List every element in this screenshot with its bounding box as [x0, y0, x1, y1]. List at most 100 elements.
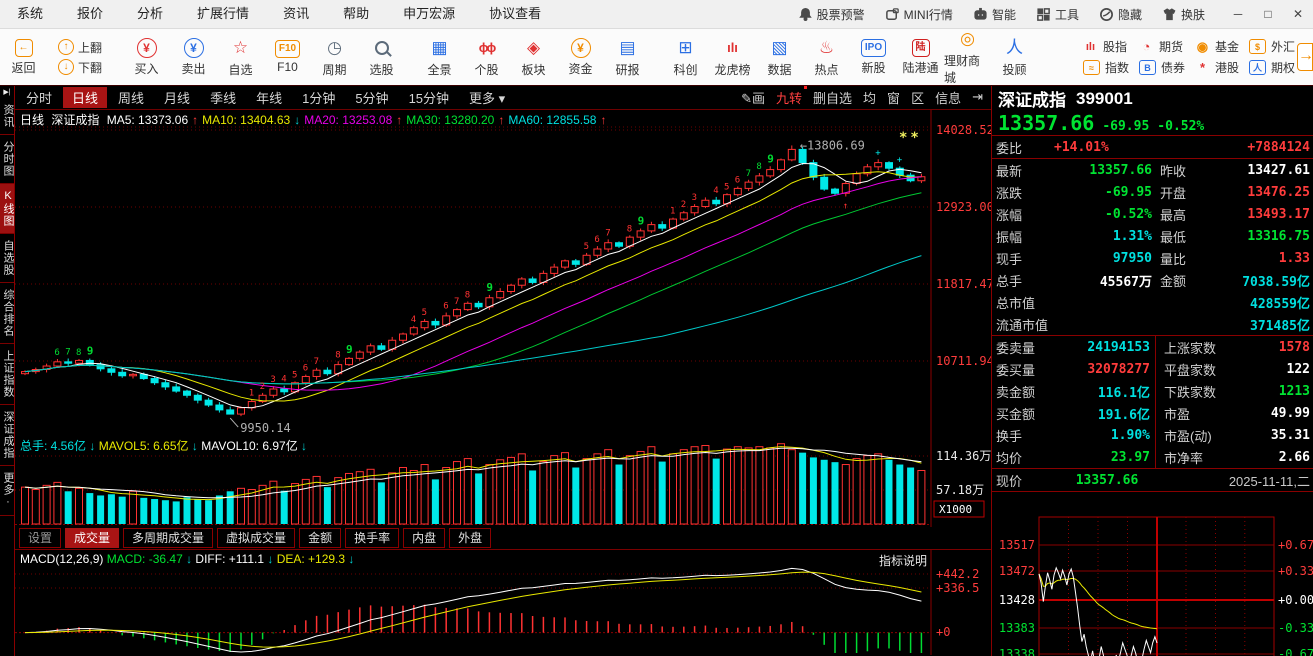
macd-axis-label: +336.5 [936, 581, 979, 595]
sidebar-item-上证指数[interactable]: 上证指数 [0, 344, 14, 405]
indicator-help-link[interactable]: 指标说明 [879, 552, 927, 569]
menu-item-1[interactable]: 系统 [0, 0, 60, 28]
volume-label: 总手: 4.56亿 [20, 438, 90, 453]
menu-item-5[interactable]: 资讯 [266, 0, 326, 28]
quote-row: 总手 45567万 金额 7038.59亿 [992, 269, 1313, 291]
sidebar-item-综合排名[interactable]: 综合排名 [0, 283, 14, 344]
toolbar-button-期权[interactable]: 人期权 [1248, 59, 1295, 76]
period-tab-年线[interactable]: 年线 [247, 87, 291, 108]
period-tab-5分钟[interactable]: 5分钟 [346, 87, 397, 108]
toolbar-button-理财商城[interactable]: ◎ 理财商城 [944, 28, 991, 86]
toolbar-button-投顾[interactable]: 人投顾 [991, 37, 1038, 78]
toolbar-button-买入[interactable]: ¥ 买入 [123, 37, 170, 77]
chart-tool-删自选[interactable]: 删自选 [813, 88, 852, 107]
data-icon: ▧ [771, 37, 788, 57]
indicator-tab-金额[interactable]: 金额 [299, 527, 342, 548]
toolbar-button-热点[interactable]: ♨ 热点 [803, 37, 850, 78]
indicator-tab-内盘[interactable]: 内盘 [403, 527, 446, 548]
menu-item-2[interactable]: 报价 [60, 0, 120, 28]
chart-tool-九转[interactable]: 九转 [776, 85, 808, 107]
menu-tool-换肤[interactable]: 换肤 [1154, 6, 1213, 23]
toolbar-button-基金[interactable]: ◉ 基金 [1195, 38, 1239, 55]
sidebar-item-分时图[interactable]: 分时图 [0, 135, 14, 184]
nine-turn-digit: 5 [292, 370, 297, 380]
minimize-button[interactable]: ─ [1223, 0, 1253, 28]
sidebar-item-深证成指[interactable]: 深证成指 [0, 405, 14, 466]
toolbar-button-陆港通[interactable]: 陆陆港通 [897, 38, 944, 76]
sidebar-collapse-icon[interactable]: ▶| [3, 86, 10, 98]
chart-tool-信息[interactable]: 信息 [935, 88, 961, 107]
toolbar-button-港股[interactable]: * 港股 [1195, 59, 1239, 76]
period-tab-日线[interactable]: 日线 [63, 86, 108, 108]
toolbar-button-板块[interactable]: ◈ 板块 [510, 37, 557, 78]
menu-tool-MINI行情[interactable]: MINI行情 [877, 6, 961, 23]
sidebar-item-资讯[interactable]: 资讯 [0, 98, 14, 135]
period-tab-1分钟[interactable]: 1分钟 [293, 87, 344, 108]
toolbar-button-期货[interactable]: ◔ 期货 [1139, 38, 1185, 55]
period-tab-周线[interactable]: 周线 [109, 87, 153, 108]
chart-tool-区[interactable]: 区 [911, 88, 924, 107]
menu-tool-智能[interactable]: 智能 [965, 6, 1024, 23]
ma-label: MA30: 13280.20 [406, 112, 495, 127]
toolbar-button-label: 理财商城 [944, 54, 981, 85]
toolbar-button-全景[interactable]: ▦ 全景 [416, 37, 463, 78]
menu-item-4[interactable]: 扩展行情 [180, 0, 266, 28]
toolbar-button-自选[interactable]: ☆ 自选 [217, 37, 264, 78]
chart-tool-均[interactable]: 均 [863, 88, 876, 107]
menu-item-3[interactable]: 分析 [120, 0, 180, 28]
close-button[interactable]: ✕ [1283, 0, 1313, 28]
menu-tool-工具[interactable]: 工具 [1028, 6, 1087, 23]
quote-row: 换手 1.90% 市盈(动) 35.31 [992, 424, 1313, 446]
indicator-tab-虚拟成交量[interactable]: 虚拟成交量 [217, 527, 296, 548]
toolbar-button-龙虎榜[interactable]: ılı 龙虎榜 [709, 37, 756, 78]
toolbar-button-债券[interactable]: B 债券 [1138, 59, 1185, 76]
overview-icon: ▦ [431, 37, 448, 57]
menu-item-7[interactable]: 申万宏源 [386, 0, 472, 28]
macd-axis-label: +0 [936, 625, 950, 639]
period-tab-分时[interactable]: 分时 [17, 87, 61, 108]
chart-tool-✎画[interactable]: ✎画 [741, 88, 765, 107]
indicator-tab-设置[interactable]: 设置 [19, 527, 62, 548]
toolbar-button-指数[interactable]: ≈ 指数 [1082, 59, 1129, 76]
toolbar-button-下翻[interactable]: ↓ 下翻 [58, 59, 112, 76]
sidebar-item-K线图[interactable]: K线图 [0, 184, 14, 234]
menu-item-8[interactable]: 协议查看 [472, 0, 558, 28]
indicator-tab-换手率[interactable]: 换手率 [345, 527, 400, 548]
toolbar-button-科创[interactable]: ⊞ 科创 [662, 37, 709, 78]
indicator-tab-多周期成交量[interactable]: 多周期成交量 [123, 527, 214, 548]
toolbar-button-外汇[interactable]: $ 外汇 [1248, 38, 1295, 55]
menu-item-6[interactable]: 帮助 [326, 0, 386, 28]
toolbar-button-上翻[interactable]: ↑ 上翻 [58, 39, 112, 56]
period-tab-更多 ▾[interactable]: 更多 ▾ [460, 87, 514, 108]
toolbar-button-新股[interactable]: IPO 新股 [850, 38, 897, 76]
menu-tool-股票预警[interactable]: 股票预警 [790, 6, 873, 23]
kline-chart[interactable]: 14028.5212923.0011817.4710711.946 7 8 9123 4… [15, 109, 994, 437]
period-tab-15分钟[interactable]: 15分钟 [400, 87, 458, 108]
indicator-tab-成交量[interactable]: 成交量 [65, 527, 120, 548]
sidebar-item-更多·[interactable]: 更多· [0, 466, 14, 516]
toolbar-button-资金[interactable]: ¥ 资金 [557, 37, 604, 77]
chart-tool-窗[interactable]: 窗 [887, 88, 900, 107]
toolbar-button-周期[interactable]: ◷ 周期 [311, 37, 358, 78]
toolbar-button-选股[interactable]: 选股 [358, 37, 405, 78]
chart-tool-⇥[interactable]: ⇥ [972, 89, 983, 105]
menu-tool-隐藏[interactable]: 隐藏 [1091, 6, 1150, 23]
maximize-button[interactable]: □ [1253, 0, 1283, 28]
sidebar-item-自选股[interactable]: 自选股 [0, 234, 14, 283]
indicator-tab-外盘[interactable]: 外盘 [449, 527, 492, 548]
toolbar-button-股指[interactable]: ılı 股指 [1083, 38, 1129, 55]
quote-label: 委卖量 [996, 340, 1036, 356]
toolbar-button-研报[interactable]: ▤ 研报 [604, 37, 651, 78]
toolbar-button-个股[interactable]: ϕϕ 个股 [463, 37, 510, 78]
toolbar-button-返回[interactable]: ← 返回 [0, 38, 47, 76]
symbol-name: 深证成指 [998, 91, 1066, 110]
toolbar-button-label: 热点 [814, 62, 839, 77]
toolbar-button-F10[interactable]: F10 F10 [264, 40, 311, 74]
toolbar-button-卖出[interactable]: ¥ 卖出 [170, 37, 217, 77]
mini-intraday-chart[interactable]: 13517 13472 13428 13383 13338 +0.67% +0.33% +0.… [992, 492, 1313, 656]
period-tab-月线[interactable]: 月线 [155, 87, 199, 108]
toolbar-expand-arrow[interactable]: → [1297, 43, 1313, 71]
period-tab-季线[interactable]: 季线 [201, 87, 245, 108]
toolbar-button-数据[interactable]: ▧ 数据 [756, 37, 803, 78]
volume-unit-label: X1000 [939, 503, 972, 516]
